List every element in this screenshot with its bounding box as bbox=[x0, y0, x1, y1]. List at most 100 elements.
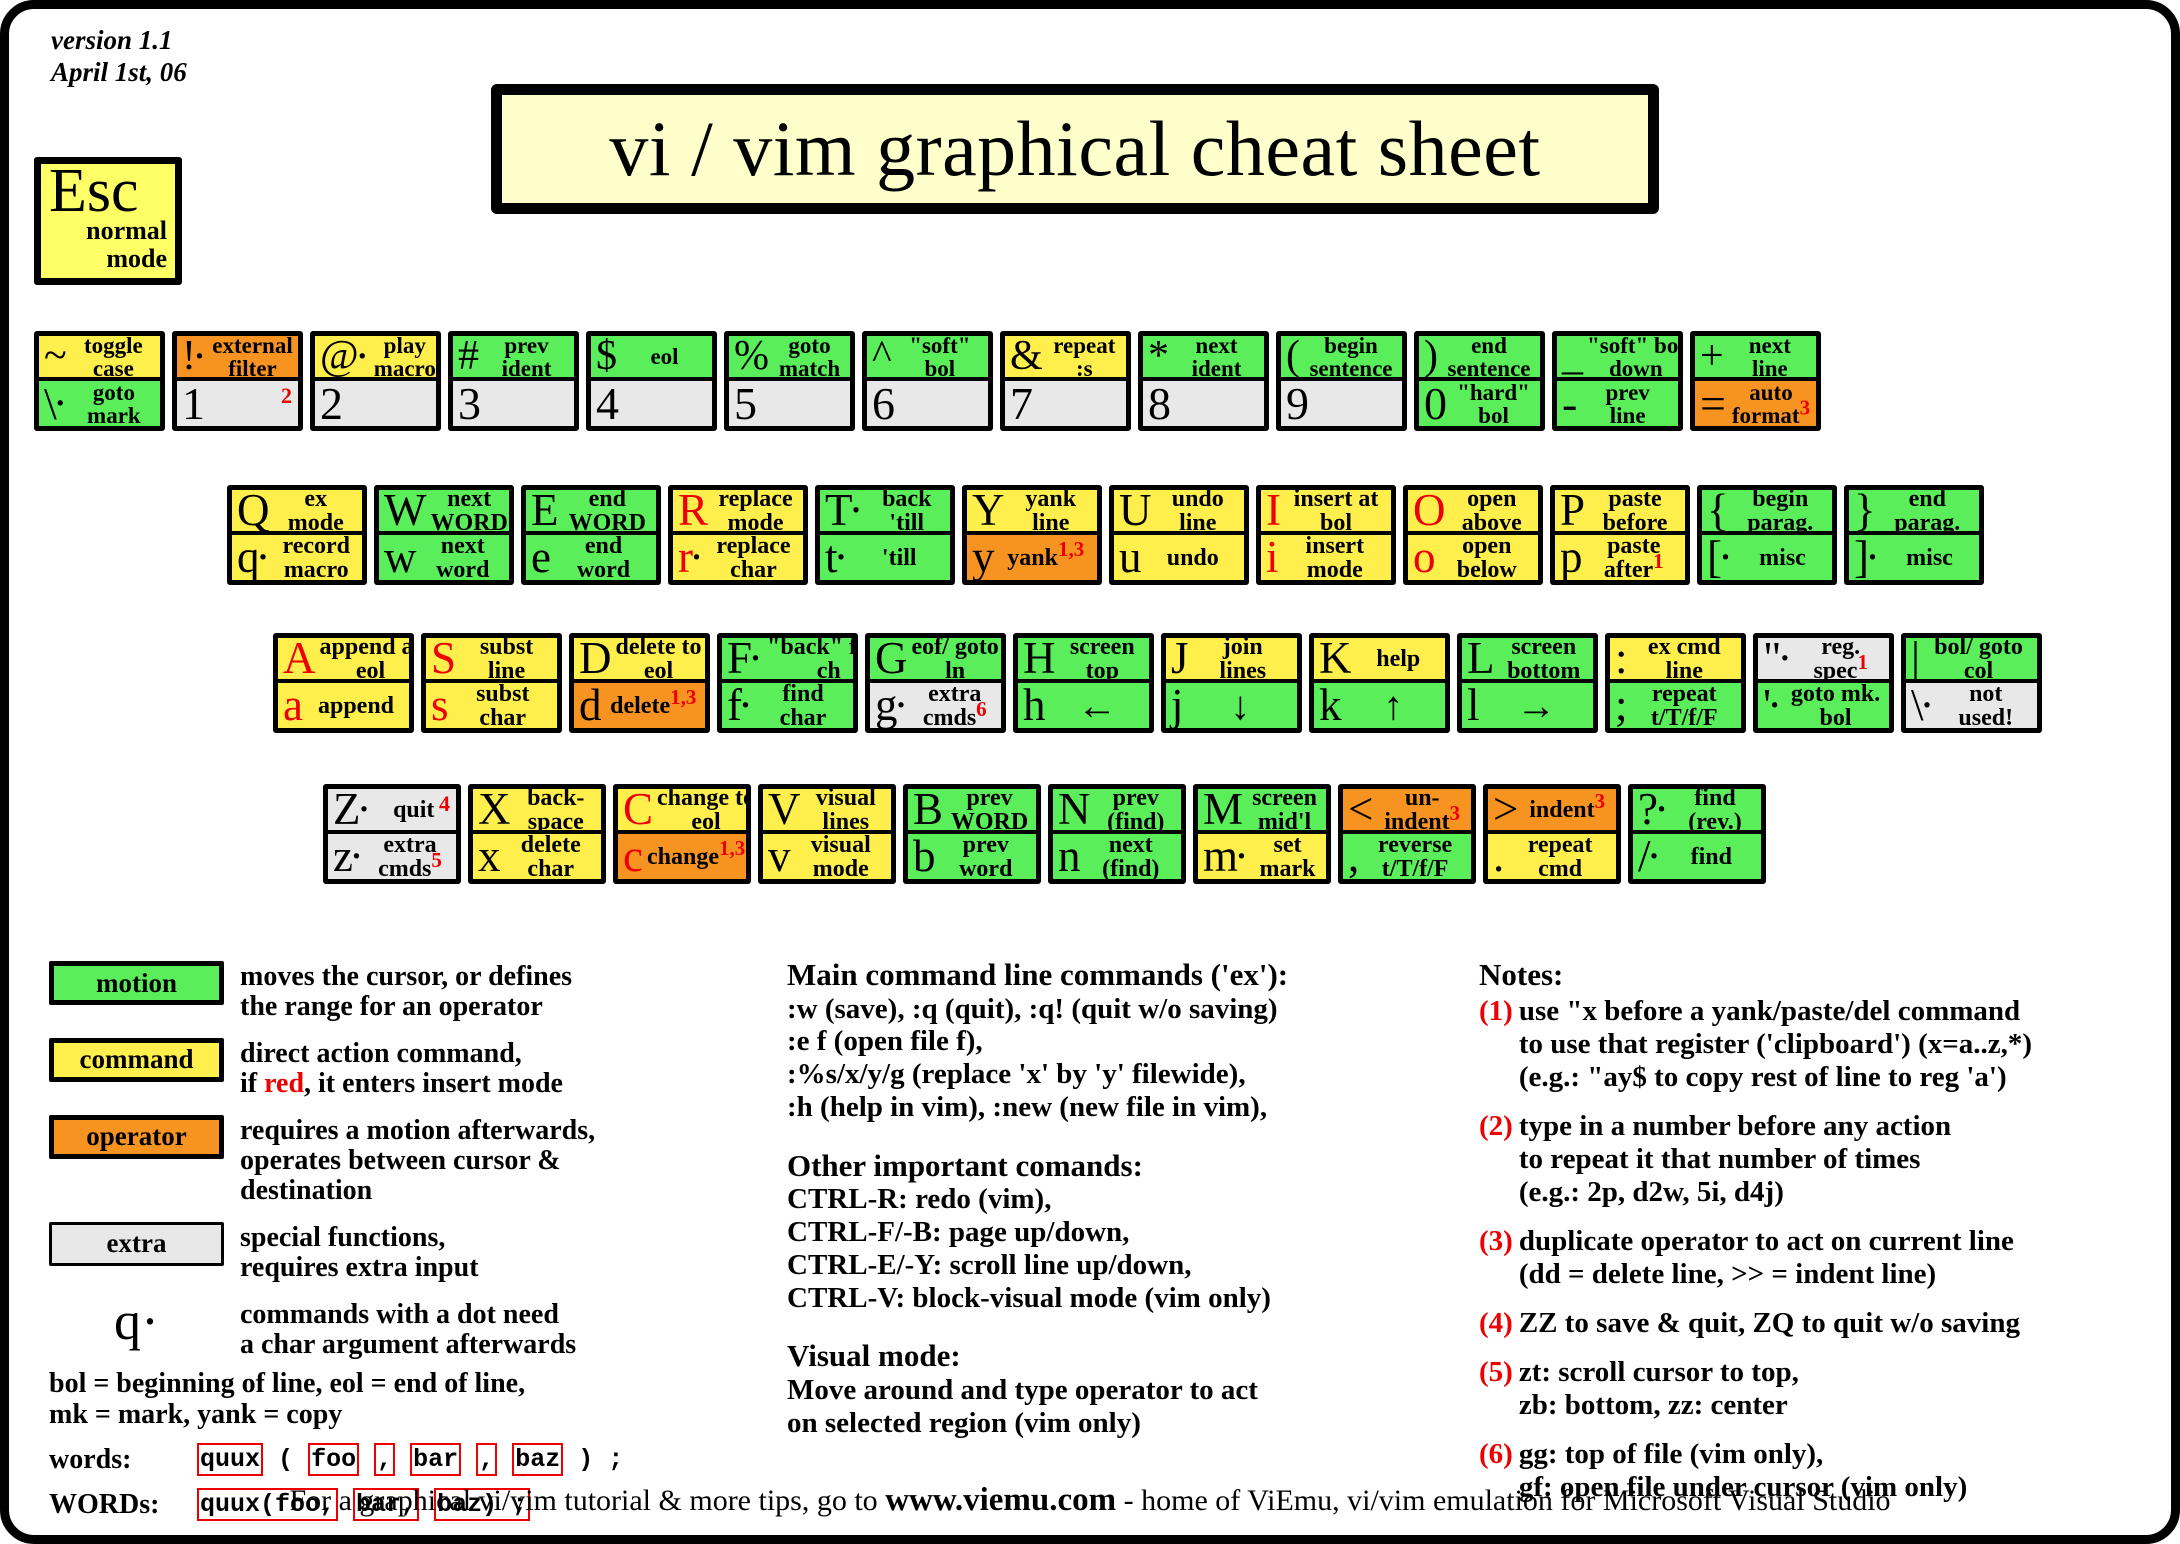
key-half-bot[interactable]: d delete1,3 bbox=[574, 683, 705, 728]
key-half-top[interactable]: ^ "soft" bol bbox=[867, 336, 988, 381]
key-half-bot[interactable]: [· misc bbox=[1702, 535, 1832, 580]
key-half-bot[interactable]: 2 bbox=[315, 381, 436, 426]
key-half-top[interactable]: } end parag. bbox=[1849, 490, 1979, 535]
key-half-top[interactable]: | bol/ goto col bbox=[1906, 638, 2037, 683]
key-half-top[interactable]: Lscreen bottom bbox=[1462, 638, 1593, 683]
key-half-bot[interactable]: 3 bbox=[453, 381, 574, 426]
key-z-4[interactable]: Bprev WORD b prev word bbox=[903, 784, 1041, 884]
key-num-10[interactable]: ) end sentence 0 "hard" bol bbox=[1414, 331, 1545, 431]
key-half-top[interactable]: ) end sentence bbox=[1419, 336, 1540, 381]
key-half-bot[interactable]: y yank1,3 bbox=[967, 535, 1097, 580]
key-half-top[interactable]: Geof/ goto ln bbox=[870, 638, 1001, 683]
key-z-1[interactable]: Xback-space x delete char bbox=[468, 784, 606, 884]
key-half-top[interactable]: ? · find (rev.) bbox=[1633, 789, 1761, 834]
key-half-bot[interactable]: e end word bbox=[526, 535, 656, 580]
key-half-bot[interactable]: k ↑ bbox=[1314, 683, 1445, 728]
key-half-top[interactable]: > indent3 bbox=[1488, 789, 1616, 834]
key-num-9[interactable]: (begin sentence 9 bbox=[1276, 331, 1407, 431]
key-half-top[interactable]: Yyank line bbox=[967, 490, 1097, 535]
key-half-bot[interactable]: \ · goto mark bbox=[39, 381, 160, 426]
key-half-bot[interactable]: h ← bbox=[1018, 683, 1149, 728]
key-half-top[interactable]: _ "soft" bol down bbox=[1557, 336, 1678, 381]
key-half-top[interactable]: : ex cmd line bbox=[1610, 638, 1741, 683]
key-q-2[interactable]: Eend WORD e end word bbox=[521, 485, 661, 585]
key-half-top[interactable]: Ddelete to eol bbox=[574, 638, 705, 683]
key-half-top[interactable]: + next line bbox=[1695, 336, 1816, 381]
key-half-top[interactable]: Nprev (find) bbox=[1053, 789, 1181, 834]
key-half-top[interactable]: Bprev WORD bbox=[908, 789, 1036, 834]
key-half-bot[interactable]: 8 bbox=[1143, 381, 1264, 426]
key-z-0[interactable]: Z · quit 4 z · extra cmds5 bbox=[323, 784, 461, 884]
key-q-4[interactable]: T · back'till t ·'till bbox=[815, 485, 955, 585]
key-half-top[interactable]: * next ident bbox=[1143, 336, 1264, 381]
key-a-3[interactable]: F·"back" findchf·findchar bbox=[717, 633, 858, 733]
key-half-bot[interactable]: 0 "hard" bol bbox=[1419, 381, 1540, 426]
key-half-top[interactable]: Ppaste before bbox=[1555, 490, 1685, 535]
key-half-bot[interactable]: 5 bbox=[729, 381, 850, 426]
key-half-bot[interactable]: q · record macro bbox=[232, 535, 362, 580]
footer-site-link[interactable]: www.viemu.com bbox=[885, 1482, 1116, 1518]
key-num-8[interactable]: * next ident 8 bbox=[1138, 331, 1269, 431]
key-a-9[interactable]: : ex cmd line; repeat t/T/f/F bbox=[1605, 633, 1746, 733]
key-half-bot[interactable]: ] · misc bbox=[1849, 535, 1979, 580]
key-num-11[interactable]: _ "soft" bol down - prev line bbox=[1552, 331, 1683, 431]
key-a-1[interactable]: Ssubst line s subst char bbox=[421, 633, 562, 733]
key-half-bot[interactable]: m · set mark bbox=[1198, 834, 1326, 879]
key-num-6[interactable]: ^ "soft" bol 6 bbox=[862, 331, 993, 431]
key-half-top[interactable]: Hscreen top bbox=[1018, 638, 1149, 683]
key-half-bot[interactable]: ' · goto mk. bol bbox=[1758, 683, 1889, 728]
key-z-6[interactable]: Mscreen mid'l m · set mark bbox=[1193, 784, 1331, 884]
key-half-bot[interactable]: g · extra cmds6 bbox=[870, 683, 1001, 728]
key-half-bot[interactable]: a append bbox=[278, 683, 409, 728]
key-half-top[interactable]: @ · play macro bbox=[315, 336, 436, 381]
key-half-top[interactable]: & repeat:s bbox=[1005, 336, 1126, 381]
key-num-4[interactable]: $ eol 4 bbox=[586, 331, 717, 431]
key-half-bot[interactable]: p paste after1 bbox=[1555, 535, 1685, 580]
key-half-bot[interactable]: i insert mode bbox=[1261, 535, 1391, 580]
key-a-0[interactable]: Aappend ateolaappend bbox=[273, 633, 414, 733]
key-q-1[interactable]: Wnext WORD w next word bbox=[374, 485, 514, 585]
key-num-2[interactable]: @ · play macro 2 bbox=[310, 331, 441, 431]
key-a-10[interactable]: " · reg. spec1 ' · goto mk. bol bbox=[1753, 633, 1894, 733]
key-half-bot[interactable]: 6 bbox=[867, 381, 988, 426]
key-half-top[interactable]: Wnext WORD bbox=[379, 490, 509, 535]
key-half-bot[interactable]: v visual mode bbox=[763, 834, 891, 879]
key-num-7[interactable]: & repeat:s 7 bbox=[1000, 331, 1131, 431]
key-half-bot[interactable]: c change1,3 bbox=[618, 834, 746, 879]
key-half-top[interactable]: " · reg. spec1 bbox=[1758, 638, 1889, 683]
key-half-top[interactable]: Jjoin lines bbox=[1166, 638, 1297, 683]
key-half-bot[interactable]: l → bbox=[1462, 683, 1593, 728]
key-half-bot[interactable]: ; repeat t/T/f/F bbox=[1610, 683, 1741, 728]
key-half-bot[interactable]: = auto format3 bbox=[1695, 381, 1816, 426]
key-a-7[interactable]: Khelp k ↑ bbox=[1309, 633, 1450, 733]
key-half-top[interactable]: ! · external filter bbox=[177, 336, 298, 381]
key-q-0[interactable]: Qex mode q · record macro bbox=[227, 485, 367, 585]
key-half-bot[interactable]: . repeat cmd bbox=[1488, 834, 1616, 879]
key-half-bot[interactable]: w next word bbox=[379, 535, 509, 580]
key-half-top[interactable]: ~ toggle case bbox=[39, 336, 160, 381]
key-half-top[interactable]: Rreplace mode bbox=[673, 490, 803, 535]
key-half-bot[interactable]: 7 bbox=[1005, 381, 1126, 426]
key-z-5[interactable]: Nprev (find) n next (find) bbox=[1048, 784, 1186, 884]
key-half-top[interactable]: T · back'till bbox=[820, 490, 950, 535]
key-half-top[interactable]: Khelp bbox=[1314, 638, 1445, 683]
key-half-bot[interactable]: / · find bbox=[1633, 834, 1761, 879]
key-half-bot[interactable]: , reverse t/T/f/F bbox=[1343, 834, 1471, 879]
key-q-11[interactable]: } end parag.] · misc bbox=[1844, 485, 1984, 585]
key-half-top[interactable]: % goto match bbox=[729, 336, 850, 381]
key-half-top[interactable]: Xback-space bbox=[473, 789, 601, 834]
key-half-bot[interactable]: f · find char bbox=[722, 683, 853, 728]
key-num-0[interactable]: ~ toggle case \ · goto mark bbox=[34, 331, 165, 431]
key-half-bot[interactable]: u undo bbox=[1114, 535, 1244, 580]
key-half-bot[interactable]: - prev line bbox=[1557, 381, 1678, 426]
key-half-bot[interactable]: 4 bbox=[591, 381, 712, 426]
key-a-5[interactable]: Hscreen top h ← bbox=[1013, 633, 1154, 733]
key-z-7[interactable]: < un-indent3, reverse t/T/f/F bbox=[1338, 784, 1476, 884]
key-half-bot[interactable]: 12 bbox=[177, 381, 298, 426]
key-half-top[interactable]: Mscreen mid'l bbox=[1198, 789, 1326, 834]
key-half-bot[interactable]: s subst char bbox=[426, 683, 557, 728]
key-z-8[interactable]: > indent3. repeat cmd bbox=[1483, 784, 1621, 884]
key-half-bot[interactable]: \ · not used! bbox=[1906, 683, 2037, 728]
key-half-top[interactable]: Z · quit 4 bbox=[328, 789, 456, 834]
key-q-7[interactable]: Iinsert at bol i insert mode bbox=[1256, 485, 1396, 585]
